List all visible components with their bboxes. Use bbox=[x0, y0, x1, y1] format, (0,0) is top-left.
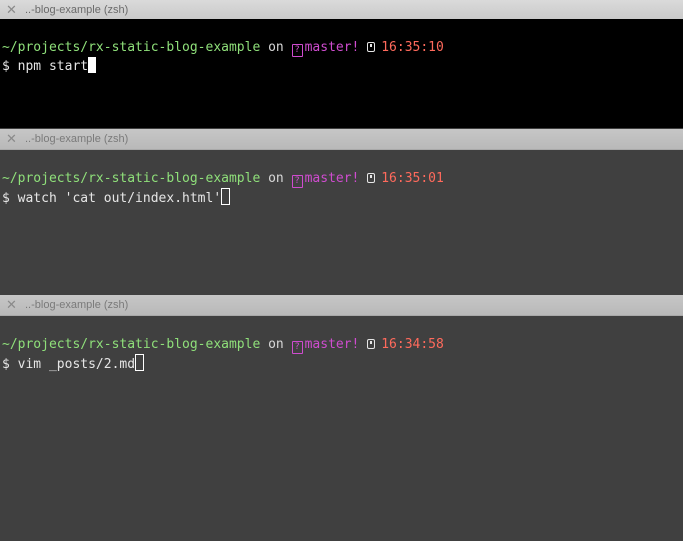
pane-1-tab-title: ..-blog-example (zsh) bbox=[25, 4, 129, 16]
prompt-time: 16:35:01 bbox=[381, 171, 444, 186]
prompt-branch: master! bbox=[304, 337, 360, 352]
pane-3-tab-title: ..-blog-example (zsh) bbox=[25, 299, 129, 311]
pane-2-terminal[interactable]: ~/projects/rx-static-blog-example on ? ma… bbox=[0, 150, 683, 295]
pane-1-prompt-line: ~/projects/rx-static-blog-example on ? ma… bbox=[2, 39, 444, 57]
pane-1-terminal[interactable]: ~/projects/rx-static-blog-example on ? ma… bbox=[0, 19, 683, 128]
prompt-branch: master! bbox=[304, 40, 360, 55]
close-icon[interactable]: ✕ bbox=[5, 132, 18, 145]
pane-3-command-line: $ vim _posts/2.md bbox=[2, 354, 145, 374]
pane-1-command-line: $ npm start bbox=[2, 57, 97, 76]
text-cursor bbox=[88, 57, 97, 73]
prompt-symbol: $ bbox=[2, 59, 18, 74]
git-status-icon: ? bbox=[291, 175, 303, 188]
prompt-symbol: $ bbox=[2, 357, 18, 372]
text-cursor bbox=[135, 354, 145, 371]
close-icon[interactable]: ✕ bbox=[5, 298, 18, 311]
prompt-path: ~/projects/rx-static-blog-example bbox=[2, 171, 261, 186]
prompt-on: on bbox=[268, 40, 284, 55]
watch-icon bbox=[367, 172, 376, 183]
pane-2-tab-title: ..-blog-example (zsh) bbox=[25, 133, 129, 145]
git-status-icon: ? bbox=[291, 44, 303, 57]
command-text: watch 'cat out/index.html' bbox=[17, 191, 222, 206]
watch-icon bbox=[367, 41, 376, 52]
prompt-time: 16:34:58 bbox=[381, 337, 444, 352]
pane-2-tab-bar[interactable]: ✕ ..-blog-example (zsh) bbox=[0, 129, 683, 150]
prompt-on: on bbox=[268, 171, 284, 186]
pane-2-prompt-line: ~/projects/rx-static-blog-example on ? ma… bbox=[2, 170, 444, 188]
prompt-branch: master! bbox=[304, 171, 360, 186]
prompt-time: 16:35:10 bbox=[381, 40, 444, 55]
git-status-icon: ? bbox=[291, 341, 303, 354]
text-cursor bbox=[221, 188, 231, 205]
prompt-path: ~/projects/rx-static-blog-example bbox=[2, 337, 261, 352]
prompt-symbol: $ bbox=[2, 191, 18, 206]
prompt-on: on bbox=[268, 337, 284, 352]
pane-1-tab-bar[interactable]: ✕ ..-blog-example (zsh) bbox=[0, 0, 683, 21]
pane-2-command-line: $ watch 'cat out/index.html' bbox=[2, 188, 231, 208]
watch-icon bbox=[367, 338, 376, 349]
command-text: npm start bbox=[17, 59, 89, 74]
pane-3-tab-bar[interactable]: ✕ ..-blog-example (zsh) bbox=[0, 295, 683, 316]
command-text: vim _posts/2.md bbox=[17, 357, 136, 372]
pane-3-terminal[interactable]: ~/projects/rx-static-blog-example on ? ma… bbox=[0, 316, 683, 541]
prompt-path: ~/projects/rx-static-blog-example bbox=[2, 40, 261, 55]
close-icon[interactable]: ✕ bbox=[5, 3, 18, 16]
pane-3-prompt-line: ~/projects/rx-static-blog-example on ? ma… bbox=[2, 336, 444, 354]
